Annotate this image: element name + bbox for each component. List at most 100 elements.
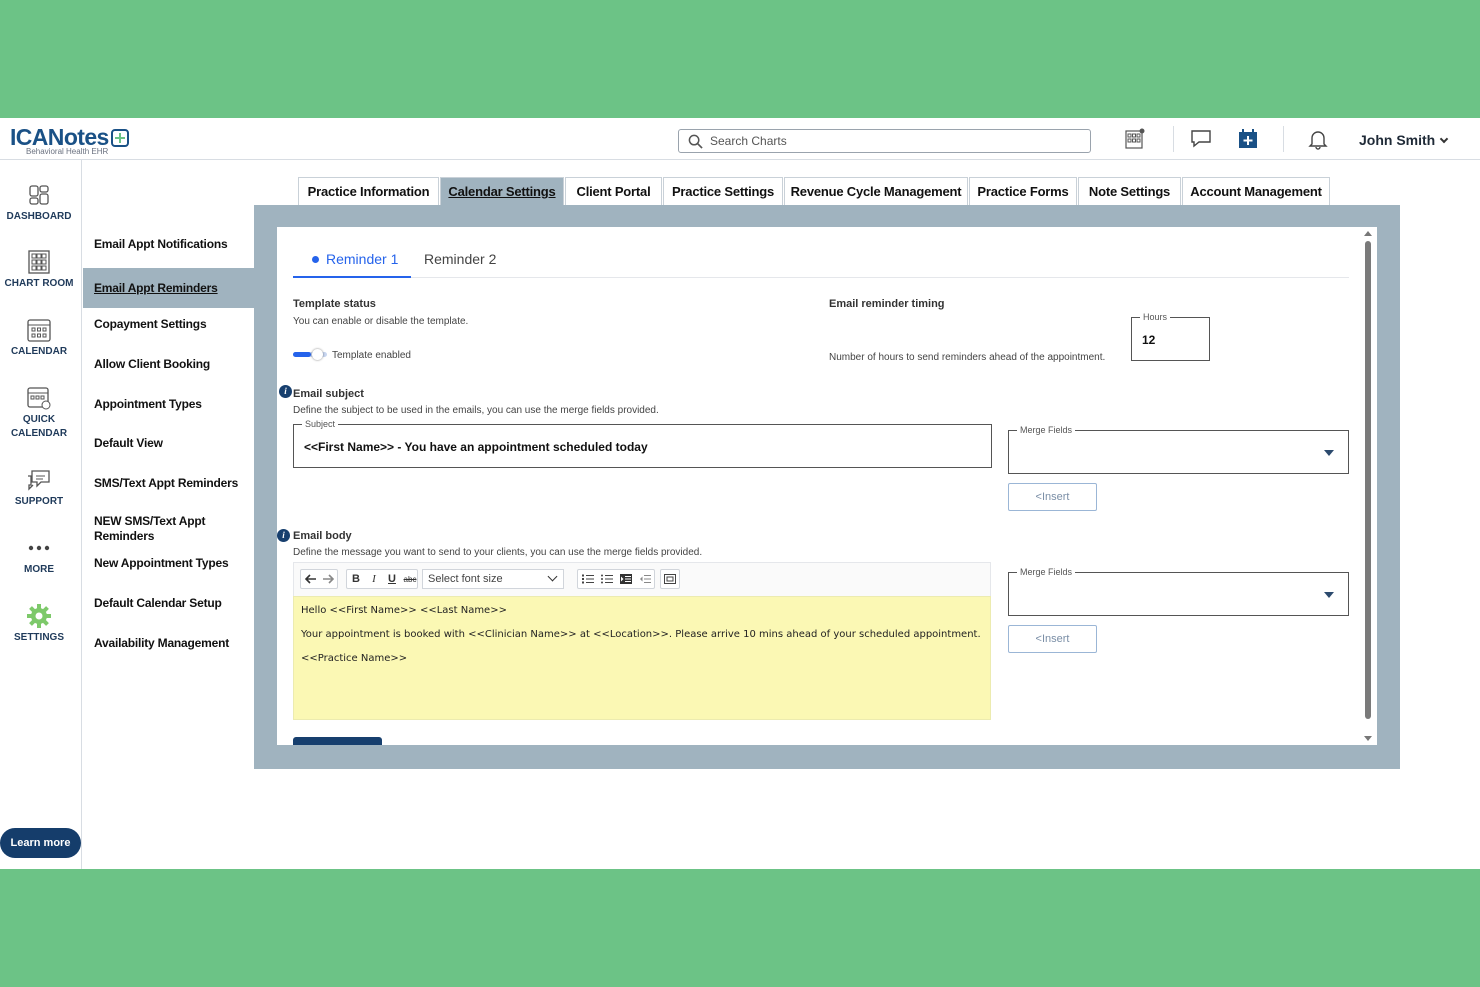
active-tab-indicator [293,276,411,278]
indent-icon[interactable] [617,570,635,588]
tab-reminder-2[interactable]: Reminder 2 [424,251,496,267]
left-nav: DASHBOARD CHART ROOM CALENDAR QUICK CALE… [0,160,82,869]
tab-divider [293,277,1349,278]
tab-account-management[interactable]: Account Management [1182,177,1330,205]
body-insert-button[interactable]: <Insert [1008,625,1097,653]
subnav-item-active[interactable]: Email Appt Reminders [83,268,254,308]
tab-practice-information[interactable]: Practice Information [298,177,439,205]
nav-label: QUICK CALENDAR [10,414,68,439]
nav-label: CALENDAR [10,346,68,357]
dropdown-arrow-icon [1324,592,1334,598]
ordered-list-icon[interactable] [579,570,597,588]
search-input[interactable] [710,133,1080,149]
tab-practice-settings[interactable]: Practice Settings [663,177,783,205]
tab-client-portal[interactable]: Client Portal [565,177,662,205]
user-menu[interactable]: John Smith [1359,132,1449,148]
undo-icon[interactable] [303,570,319,588]
calendar-settings-subnav: Email Appt Notifications Email Appt Remi… [83,160,254,869]
add-appointment-icon[interactable] [1235,126,1261,152]
subject-value[interactable]: <<First Name>> - You have an appointment… [304,440,648,454]
info-icon[interactable]: i [279,385,292,398]
editor-toolbar: B I U abc Select font size [293,562,991,596]
nav-support[interactable]: SUPPORT [0,465,78,509]
tab-calendar-settings[interactable]: Calendar Settings [440,177,564,205]
bullet-list-icon[interactable] [598,570,616,588]
subnav-item[interactable]: SMS/Text Appt Reminders [83,463,254,503]
subnav-item[interactable]: Availability Management [83,623,254,663]
scroll-thumb[interactable] [1365,241,1371,719]
nav-settings[interactable]: SETTINGS [0,601,78,645]
nav-label: CHART ROOM [4,278,74,289]
nav-dashboard[interactable]: DASHBOARD [0,180,78,224]
logo-plus-icon [110,129,129,147]
nav-chart-room[interactable]: CHART ROOM [0,247,78,291]
logo[interactable]: ICANotes Behavioral Health EHR [10,124,129,156]
support-icon [0,465,78,495]
redo-icon[interactable] [320,570,336,588]
dropdown-arrow-icon [1324,450,1334,456]
subject-label: Subject [302,419,339,430]
subnav-item[interactable]: Default View [83,423,254,463]
email-body-editor[interactable]: Hello <<First Name>> <<Last Name>> Your … [293,596,991,720]
toggle-label: Template enabled [332,350,411,361]
underline-icon[interactable]: U [384,570,400,588]
subnav-item[interactable]: Appointment Types [83,384,254,424]
toggle-fill [293,352,311,357]
editor-line: <<Practice Name>> [301,653,408,664]
template-status-desc: You can enable or disable the template. [293,316,469,327]
search-box[interactable] [678,129,1091,153]
tab-practice-forms[interactable]: Practice Forms [969,177,1077,205]
info-icon[interactable]: i [277,529,290,542]
bold-icon[interactable]: B [348,570,364,588]
tab-reminder-1[interactable]: Reminder 1 [312,251,398,267]
header-divider [1283,126,1284,152]
subject-insert-button[interactable]: <Insert [1008,483,1097,511]
email-subject-desc: Define the subject to be used in the ema… [293,405,659,416]
outdent-icon[interactable] [636,570,654,588]
nav-calendar[interactable]: CALENDAR [0,315,78,359]
hours-value[interactable]: 12 [1142,333,1155,347]
subnav-item[interactable]: Allow Client Booking [83,344,254,384]
subnav-item[interactable]: New Appointment Types [83,543,254,583]
font-size-select[interactable]: Select font size [422,569,564,589]
nav-label: SETTINGS [13,632,64,643]
body-merge-fields-select[interactable]: Merge Fields [1008,567,1349,616]
italic-icon[interactable]: I [366,570,382,588]
subject-merge-fields-select[interactable]: Merge Fields [1008,425,1349,474]
chart-room-icon [0,247,78,277]
chevron-down-icon [1439,134,1449,144]
subnav-item[interactable]: Default Calendar Setup [83,583,254,623]
strikethrough-icon[interactable]: abc [402,570,418,588]
toggle-knob[interactable] [312,349,323,360]
source-code-icon[interactable] [661,570,679,588]
chart-room-icon[interactable] [1122,126,1148,152]
subject-field[interactable]: Subject <<First Name>> - You have an app… [293,419,992,468]
merge-fields-label: Merge Fields [1017,567,1076,578]
nav-quick-calendar[interactable]: QUICK CALENDAR [0,383,78,441]
tab-note-settings[interactable]: Note Settings [1078,177,1181,205]
editor-line: Your appointment is booked with <<Clinic… [301,629,981,640]
gear-icon [0,601,78,631]
template-toggle[interactable] [293,349,327,361]
merge-fields-label: Merge Fields [1017,425,1076,436]
reminder-card: Reminder 1 Reminder 2 Template status Yo… [277,227,1377,745]
more-icon [0,533,78,563]
message-icon[interactable] [1188,126,1214,152]
bell-icon[interactable] [1305,126,1331,152]
scroll-down-icon[interactable] [1364,736,1372,741]
learn-more-button[interactable]: Learn more [0,828,81,858]
nav-label: MORE [24,564,54,575]
scroll-up-icon[interactable] [1364,231,1372,236]
card-scrollbar[interactable] [1363,231,1373,741]
save-button[interactable] [293,737,382,745]
nav-more[interactable]: MORE [0,533,78,577]
quick-calendar-icon [0,383,78,413]
subnav-item[interactable]: Copayment Settings [83,304,254,344]
subnav-item[interactable]: Email Appt Notifications [83,224,254,264]
hours-label: Hours [1140,312,1171,323]
tab-revenue-cycle-management[interactable]: Revenue Cycle Management [784,177,968,205]
dashboard-icon [0,180,78,210]
active-dot-icon [312,256,319,263]
editor-line: Hello <<First Name>> <<Last Name>> [301,605,507,616]
hours-field[interactable]: Hours 12 [1131,312,1210,361]
